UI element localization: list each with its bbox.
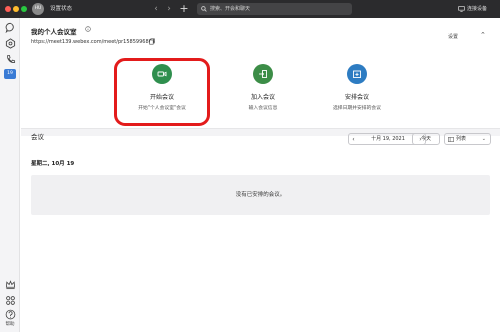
join-meeting-icon-circle	[253, 64, 273, 84]
search-icon	[201, 6, 207, 12]
schedule-meeting-subtitle: 选择日期并安排的会议	[333, 106, 381, 111]
new-plus-icon[interactable]: +	[179, 3, 189, 15]
help-label[interactable]: 帮助	[2, 321, 18, 327]
chevron-down-icon: ⌄	[481, 136, 486, 142]
highlight-annotation	[114, 58, 210, 126]
back-arrow-icon[interactable]: ‹	[151, 3, 161, 15]
join-meeting-button[interactable]: 加入会议 输入会议信息	[218, 64, 308, 111]
title-bar: HU 设置状态 ‹ › + 搜索、开会和聊天 连接设备	[0, 0, 500, 18]
page-title: 我的个人会议室	[31, 28, 77, 36]
list-view-icon	[448, 137, 454, 142]
zoom-window-button[interactable]	[21, 6, 27, 12]
join-arrow-icon	[259, 70, 267, 78]
date-value[interactable]: 十月 19, 2021	[359, 134, 417, 145]
meetings-section-title: 会议	[31, 133, 44, 141]
join-meeting-subtitle: 输入会议信息	[248, 106, 278, 111]
device-icon	[458, 6, 465, 12]
view-select-label: 列表	[456, 136, 467, 142]
chevron-up-icon[interactable]: ⌃	[480, 31, 486, 39]
help-icon[interactable]	[5, 309, 16, 320]
search-placeholder: 搜索、开会和聊天	[210, 6, 251, 12]
apps-grid-icon[interactable]	[5, 295, 16, 306]
info-icon[interactable]	[85, 26, 91, 32]
main-panel: 我的个人会议室 https://meet139.webex.com/meet/p…	[21, 18, 500, 332]
room-url: https://meet139.webex.com/meet/pr1585996…	[31, 39, 155, 45]
copy-icon[interactable]	[149, 38, 155, 45]
schedule-meeting-icon-circle	[347, 64, 367, 84]
status-label[interactable]: 设置状态	[50, 4, 72, 14]
settings-button[interactable]: 设置	[448, 33, 458, 40]
chevron-left-icon[interactable]: ‹	[349, 134, 358, 145]
search-bar[interactable]: 搜索、开会和聊天	[197, 3, 352, 15]
empty-meetings-text: 没有已安排的会议。	[235, 192, 286, 198]
minimize-window-button[interactable]	[13, 6, 19, 12]
crown-icon[interactable]	[5, 279, 16, 290]
day-label: 星期二, 10月 19	[31, 161, 75, 167]
avatar[interactable]: HU	[32, 3, 44, 15]
teams-icon[interactable]	[5, 38, 16, 49]
close-window-button[interactable]	[5, 6, 11, 12]
today-button[interactable]: 今天	[412, 133, 440, 145]
phone-icon[interactable]	[5, 54, 16, 65]
view-select[interactable]: 列表 ⌄	[444, 133, 491, 145]
schedule-meeting-title: 安排会议	[344, 94, 369, 101]
empty-meetings-panel: 没有已安排的会议。	[31, 175, 490, 215]
join-meeting-title: 加入会议	[250, 94, 275, 101]
calendar-add-icon	[353, 70, 361, 78]
sidebar: 19 帮助	[0, 18, 20, 332]
meetings-calendar-icon[interactable]: 19	[4, 69, 16, 79]
connect-device-label: 连接设备	[467, 6, 488, 12]
messaging-icon[interactable]	[5, 22, 16, 33]
schedule-meeting-button[interactable]: 安排会议 选择日期并安排的会议	[312, 64, 402, 111]
forward-arrow-icon[interactable]: ›	[164, 3, 174, 15]
